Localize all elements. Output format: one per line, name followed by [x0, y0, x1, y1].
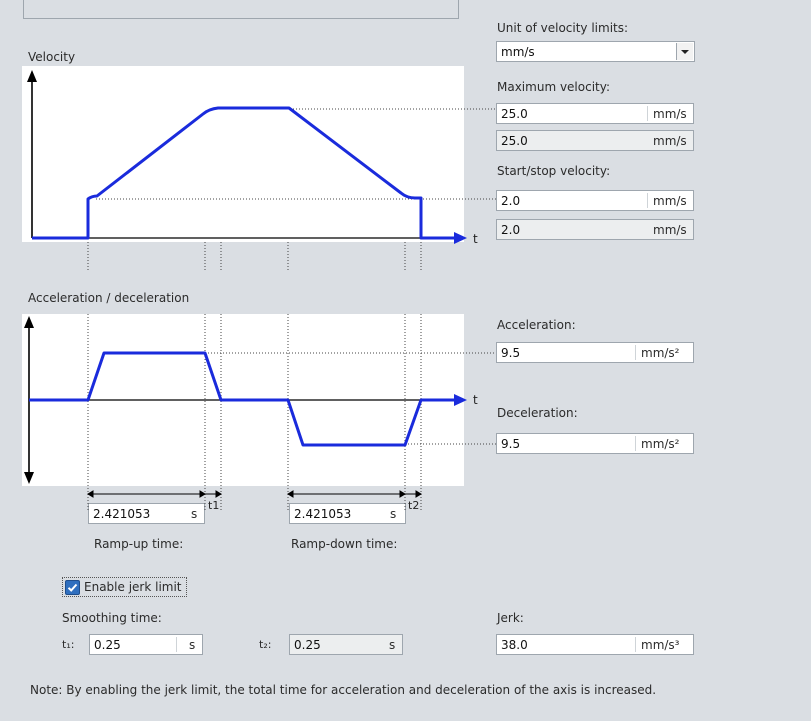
- t1-smoothing-input[interactable]: 0.25 s: [89, 634, 203, 655]
- jerk-value: 38.0: [501, 638, 528, 652]
- velocity-curve: [32, 106, 455, 240]
- velocity-time-axis-label: t: [473, 232, 478, 246]
- enable-jerk-limit-label: Enable jerk limit: [84, 580, 182, 594]
- t2-smoothing-value: 0.25: [294, 638, 321, 652]
- unit-separator: [176, 637, 177, 652]
- jerk-unit: mm/s³: [641, 638, 680, 652]
- acceleration-curve: [29, 351, 455, 447]
- t2-label: t₂:: [259, 638, 272, 651]
- checkmark-icon: [67, 583, 78, 592]
- smoothing-time-label: Smoothing time:: [62, 611, 162, 625]
- t2-smoothing-unit: s: [389, 638, 396, 652]
- jerk-note: Note: By enabling the jerk limit, the to…: [30, 683, 657, 697]
- jerk-label: Jerk:: [497, 611, 524, 625]
- velocity-axes: [27, 70, 467, 244]
- ramp-time-brackets: [87, 490, 422, 498]
- t1-label: t₁:: [62, 638, 75, 651]
- t2-smoothing-input: 0.25 s: [289, 634, 403, 655]
- t2-marker: t2: [408, 499, 419, 512]
- acceleration-time-axis-label: t: [473, 393, 478, 407]
- t1-smoothing-unit: s: [189, 638, 196, 652]
- enable-jerk-limit-control[interactable]: Enable jerk limit: [62, 577, 187, 597]
- t1-smoothing-value: 0.25: [94, 638, 121, 652]
- enable-jerk-limit-checkbox[interactable]: [65, 580, 80, 595]
- unit-separator: [635, 637, 636, 652]
- jerk-input[interactable]: 38.0 mm/s³: [496, 634, 694, 655]
- t1-marker: t1: [208, 499, 219, 512]
